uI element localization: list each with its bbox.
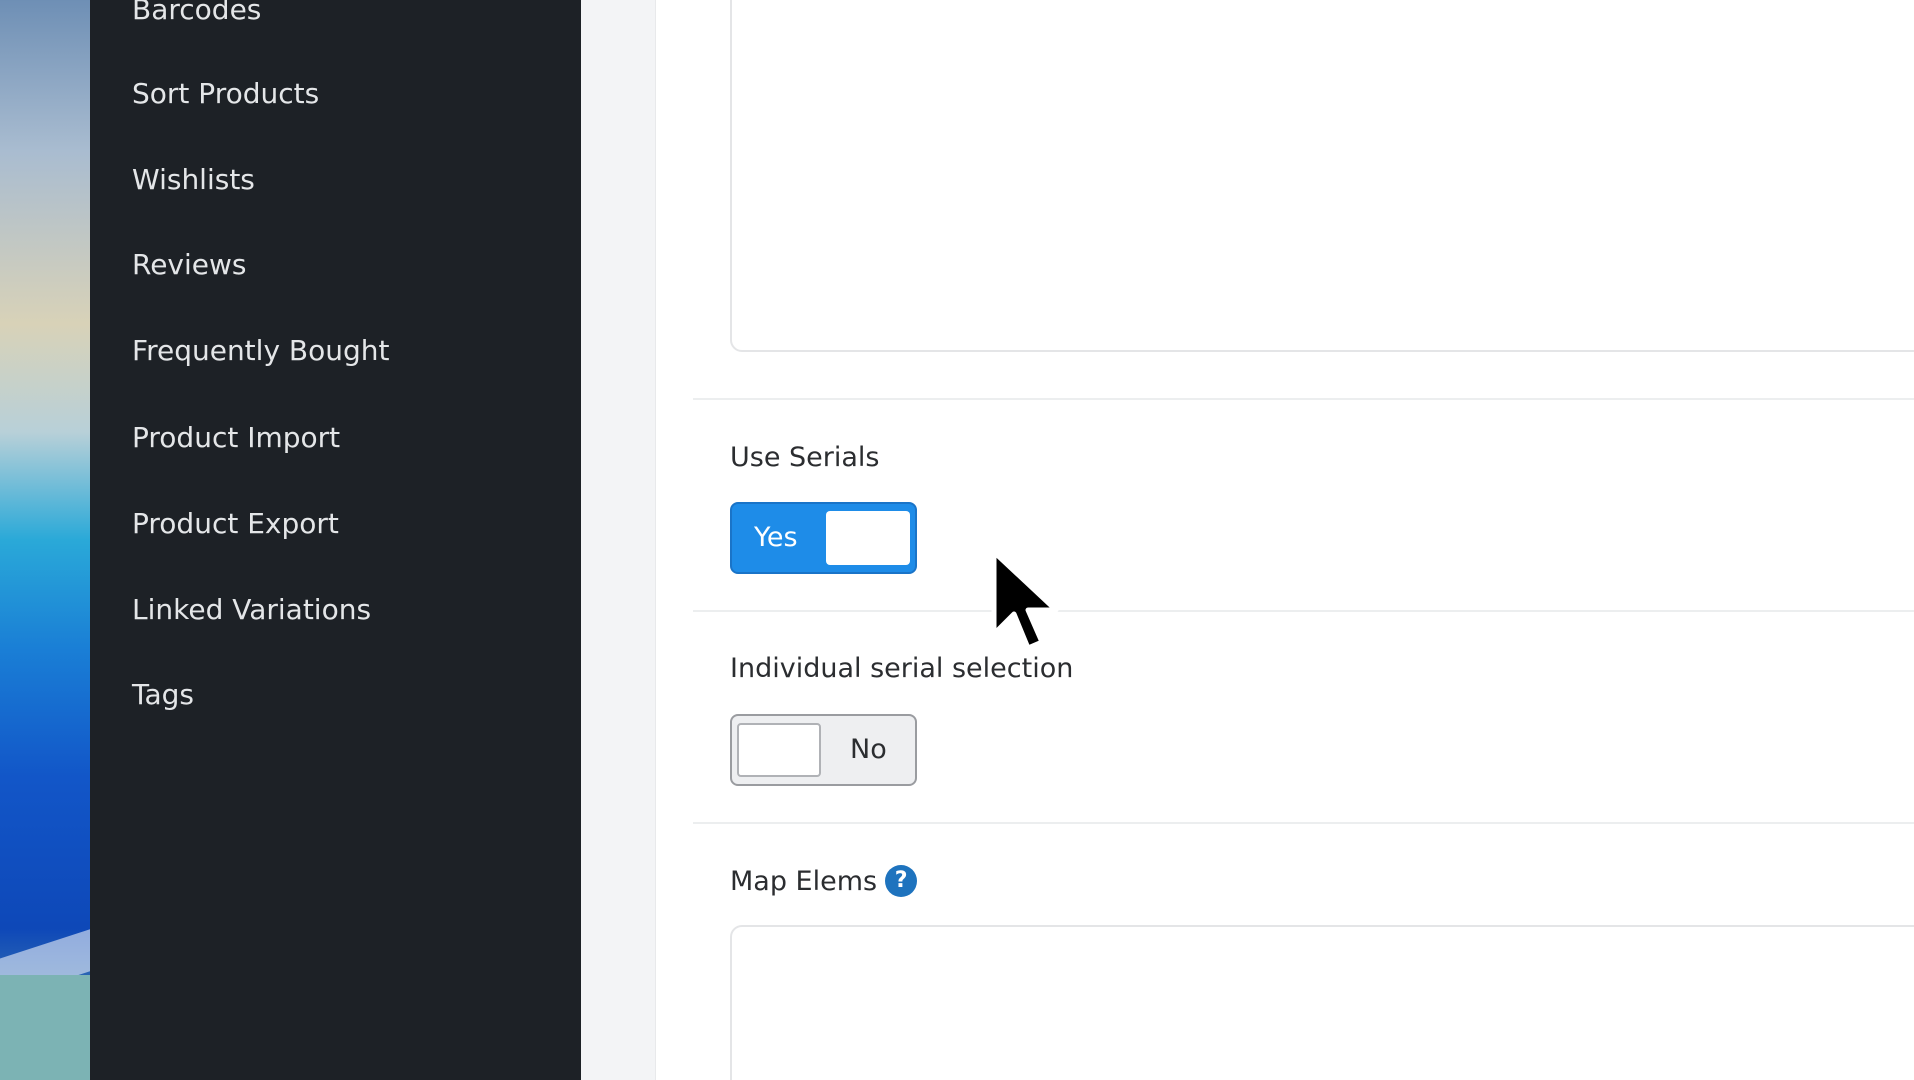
content-gutter [581,0,655,1080]
divider [693,398,1914,400]
map-elems-label: Map Elems? [730,864,918,899]
sidebar-item-reviews[interactable]: Reviews [132,247,247,283]
sidebar-item-product-export[interactable]: Product Export [132,506,339,542]
individual-serial-selection-toggle-text: No [850,734,887,765]
sidebar-item-frequently-bought[interactable]: Frequently Bought [132,333,390,369]
sidebar-item-wishlists[interactable]: Wishlists [132,162,255,198]
divider [693,822,1914,824]
toggle-knob [826,511,910,565]
sidebar: Barcodes Sort Products Wishlists Reviews… [90,0,581,1080]
question-circle-icon[interactable]: ? [885,864,918,897]
sidebar-item-barcodes[interactable]: Barcodes [132,0,261,28]
sidebar-item-linked-variations[interactable]: Linked Variations [132,592,371,628]
desktop-wallpaper [0,0,90,1080]
use-serials-label: Use Serials [730,442,880,473]
map-elems-textarea[interactable] [730,925,1914,1080]
individual-serial-selection-label: Individual serial selection [730,653,1074,684]
settings-form: Use Serials Yes Individual serial select… [655,0,1914,1080]
sidebar-item-product-import[interactable]: Product Import [132,420,340,456]
use-serials-toggle[interactable]: Yes [730,502,917,574]
divider [693,610,1914,612]
sidebar-item-tags[interactable]: Tags [132,677,194,713]
use-serials-toggle-text: Yes [754,522,798,553]
toggle-knob [737,723,821,777]
map-elems-label-text: Map Elems [730,866,878,897]
wallpaper-bottom [0,975,90,1080]
sidebar-item-sort-products[interactable]: Sort Products [132,76,319,112]
upper-textarea[interactable] [730,0,1914,352]
individual-serial-selection-toggle[interactable]: No [730,714,917,786]
